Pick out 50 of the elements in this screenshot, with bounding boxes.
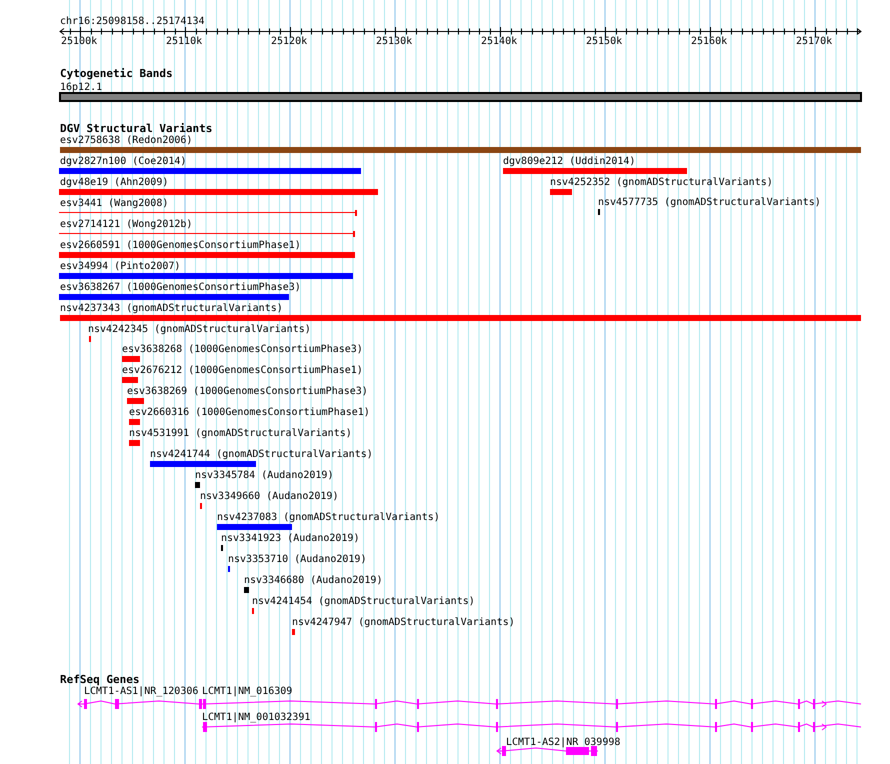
variant-label: nsv3353710 (Audano2019) <box>228 554 366 565</box>
gene-model[interactable] <box>198 699 862 709</box>
variant-bar[interactable] <box>59 231 355 237</box>
variant-label: dgv2827n100 (Coe2014) <box>60 156 186 167</box>
track-title: RefSeq Genes <box>60 673 140 686</box>
variant-label: nsv3346680 (Audano2019) <box>244 575 382 586</box>
variant-label: esv3441 (Wang2008) <box>60 198 168 209</box>
gene-label: LCMT1-AS1|NR_120306 <box>84 686 198 697</box>
tick-label: 25130k <box>376 36 412 47</box>
variant-label: nsv4237083 (gnomADStructuralVariants) <box>217 512 440 523</box>
tick-label: 25100k <box>61 36 98 47</box>
variant-label: esv2676212 (1000GenomesConsortiumPhase1) <box>122 365 363 376</box>
tick-label: 25120k <box>271 36 308 47</box>
track-title: DGV Structural Variants <box>60 122 212 135</box>
location-text: chr16:25098158..25174134 <box>60 16 204 27</box>
gene-model[interactable] <box>496 746 598 756</box>
variant-label: nsv4531991 (gnomADStructuralVariants) <box>129 428 352 439</box>
gene-label: LCMT1|NM_016309 <box>202 686 292 697</box>
variant-label: nsv4247947 (gnomADStructuralVariants) <box>292 617 515 628</box>
gene-label: LCMT1|NM_001032391 <box>202 712 310 723</box>
variant-label: dgv809e212 (Uddin2014) <box>503 156 636 167</box>
variant-label: nsv3349660 (Audano2019) <box>200 491 338 502</box>
variant-label: esv34994 (Pinto2007) <box>60 261 180 272</box>
variant-label: esv3638267 (1000GenomesConsortiumPhase3) <box>60 282 301 293</box>
variant-label: nsv4577735 (gnomADStructuralVariants) <box>598 197 821 208</box>
gene-model[interactable] <box>77 699 200 709</box>
variant-label: nsv3341923 (Audano2019) <box>221 533 360 544</box>
band-label: 16p12.1 <box>60 82 102 93</box>
variant-label: esv2714121 (Wong2012b) <box>60 219 192 230</box>
tick-label: 25140k <box>481 36 518 47</box>
variant-label: dgv48e19 (Ahn2009) <box>60 177 168 188</box>
variant-label: esv3638268 (1000GenomesConsortiumPhase3) <box>122 344 363 355</box>
variant-label: esv2660316 (1000GenomesConsortiumPhase1) <box>129 407 370 418</box>
variant-bar[interactable] <box>59 210 357 216</box>
gene-model[interactable] <box>202 722 862 732</box>
variant-label: nsv4241454 (gnomADStructuralVariants) <box>252 596 475 607</box>
variant-label: nsv4252352 (gnomADStructuralVariants) <box>550 177 773 188</box>
variant-label: esv3638269 (1000GenomesConsortiumPhase3) <box>127 386 368 397</box>
variant-label: nsv4237343 (gnomADStructuralVariants) <box>60 303 283 314</box>
tick-label: 25160k <box>691 36 728 47</box>
gene-label: LCMT1-AS2|NR_039998 <box>506 737 620 748</box>
variant-label: esv2758638 (Redon2006) <box>60 135 192 146</box>
variant-label: nsv4242345 (gnomADStructuralVariants) <box>88 324 311 335</box>
tick-label: 25110k <box>166 36 202 47</box>
tick-label: 25150k <box>586 36 622 47</box>
track-title: Cytogenetic Bands <box>60 67 173 80</box>
variant-label: nsv3345784 (Audano2019) <box>195 470 334 481</box>
variant-label: nsv4241744 (gnomADStructuralVariants) <box>150 449 373 460</box>
tick-label: 25170k <box>796 36 832 47</box>
variant-label: esv2660591 (1000GenomesConsortiumPhase1) <box>60 240 301 251</box>
